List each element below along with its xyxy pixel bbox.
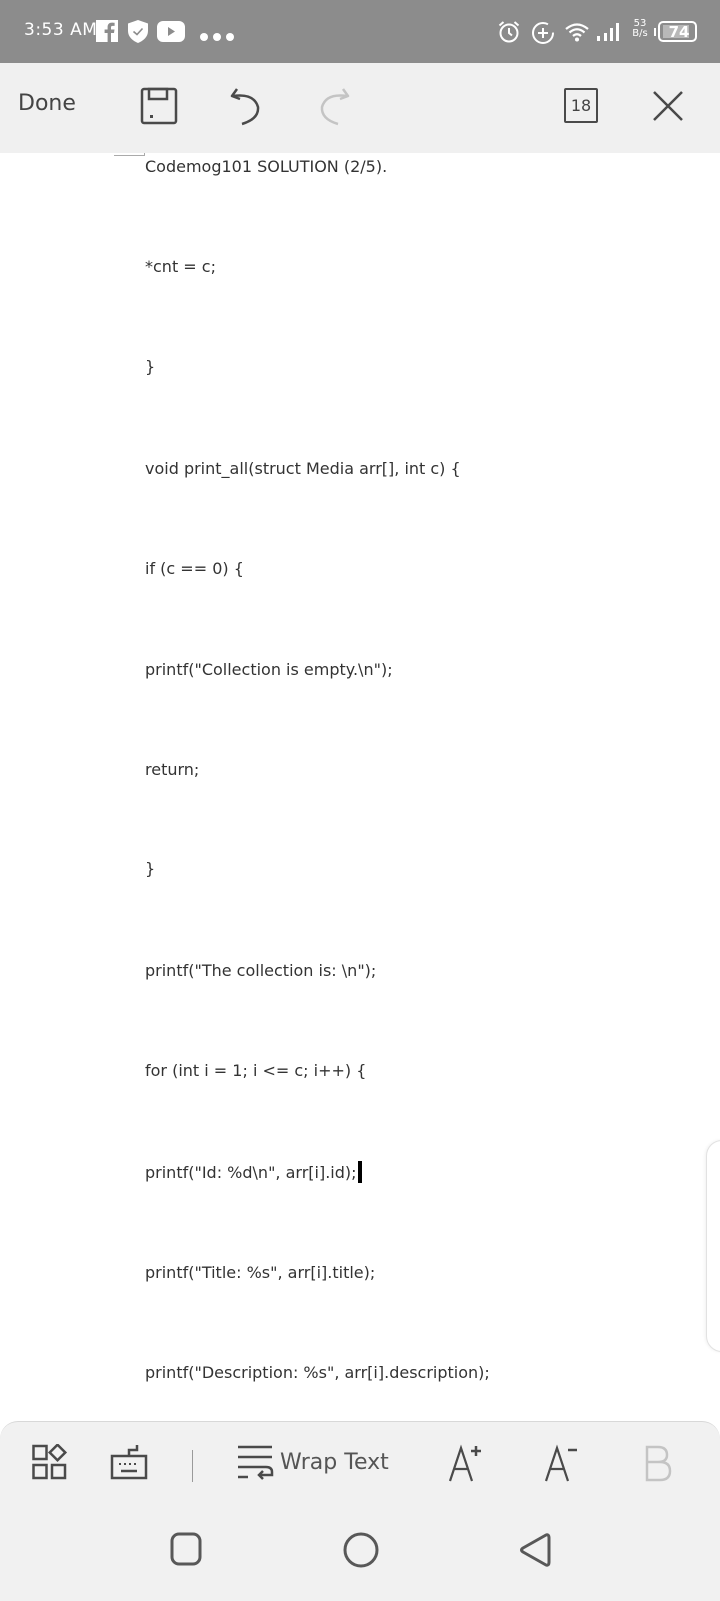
text-caret	[357, 1161, 362, 1183]
home-icon	[343, 1532, 379, 1568]
back-button[interactable]	[518, 1532, 552, 1572]
code-line[interactable]: Codemog101 SOLUTION (2/5).	[145, 157, 387, 176]
code-line[interactable]: printf("Collection is empty.\n");	[145, 660, 393, 679]
wrap-text-icon	[238, 1445, 274, 1480]
more-dots-icon	[199, 27, 239, 46]
code-line[interactable]: void print_all(struct Media arr[], int c…	[145, 459, 461, 478]
editor-toolbar: Done 18	[0, 63, 720, 153]
keyboard-icon	[110, 1445, 148, 1480]
wrap-text-label: Wrap Text	[280, 1449, 389, 1475]
battery-level: 74	[668, 23, 690, 41]
code-line[interactable]: return;	[145, 760, 199, 779]
bold-button[interactable]	[644, 1444, 672, 1482]
home-button[interactable]	[343, 1532, 379, 1572]
save-icon	[140, 87, 178, 125]
apps-button[interactable]	[32, 1444, 68, 1480]
wrap-text-button[interactable]: Wrap Text	[236, 1444, 389, 1480]
facebook-icon	[96, 20, 118, 46]
code-line[interactable]: for (int i = 1; i <= c; i++) {	[145, 1061, 366, 1080]
wifi-icon	[565, 22, 589, 46]
font-decrease-button[interactable]	[544, 1444, 580, 1482]
page-count: 18	[570, 96, 592, 115]
code-line[interactable]: *cnt = c;	[145, 257, 216, 276]
youtube-icon	[157, 21, 185, 47]
document-editor[interactable]: Codemog101 SOLUTION (2/5). *cnt = c; } v…	[0, 153, 720, 1423]
save-button[interactable]	[140, 87, 178, 125]
bold-icon	[645, 1445, 672, 1482]
status-time: 3:53 AM	[24, 20, 98, 40]
code-line[interactable]: }	[145, 859, 155, 878]
code-line-text: printf("Id: %d\n", arr[i].id);	[145, 1163, 357, 1182]
recents-button[interactable]	[170, 1532, 202, 1570]
page-corner-mark	[114, 153, 145, 156]
code-line[interactable]: printf("Title: %s", arr[i].title);	[145, 1263, 375, 1282]
side-panel-handle[interactable]	[706, 1140, 720, 1352]
redo-icon	[320, 88, 350, 126]
shield-check-icon	[127, 19, 149, 48]
net-speed-unit: B/s	[632, 28, 648, 39]
apps-icon	[32, 1444, 68, 1480]
undo-icon	[230, 88, 260, 126]
signal-icon	[596, 22, 620, 46]
back-icon	[520, 1533, 551, 1567]
code-line[interactable]: if (c == 0) {	[145, 559, 244, 578]
code-line[interactable]: }	[145, 357, 155, 376]
system-nav-bar	[0, 1500, 720, 1600]
alarm-icon	[497, 20, 521, 48]
status-bar: 3:53 AM 53 B/s 74	[0, 0, 720, 63]
recents-icon	[170, 1532, 202, 1566]
toolbar-divider	[192, 1450, 193, 1482]
code-line[interactable]: printf("Description: %s", arr[i].descrip…	[145, 1363, 490, 1382]
close-icon	[653, 91, 683, 121]
net-speed: 53 B/s	[629, 19, 651, 39]
font-increase-button[interactable]	[448, 1444, 484, 1482]
keyboard-button[interactable]	[110, 1444, 148, 1480]
data-saver-icon	[531, 21, 555, 49]
close-button[interactable]	[652, 90, 684, 122]
font-increase-icon	[448, 1444, 481, 1482]
code-line-active[interactable]: printf("Id: %d\n", arr[i].id);	[145, 1161, 362, 1183]
redo-button[interactable]	[316, 87, 352, 127]
undo-button[interactable]	[228, 87, 264, 127]
page-count-button[interactable]: 18	[564, 88, 598, 123]
done-button[interactable]: Done	[18, 91, 76, 116]
font-decrease-icon	[544, 1444, 577, 1482]
code-line[interactable]: printf("The collection is: \n");	[145, 961, 376, 980]
